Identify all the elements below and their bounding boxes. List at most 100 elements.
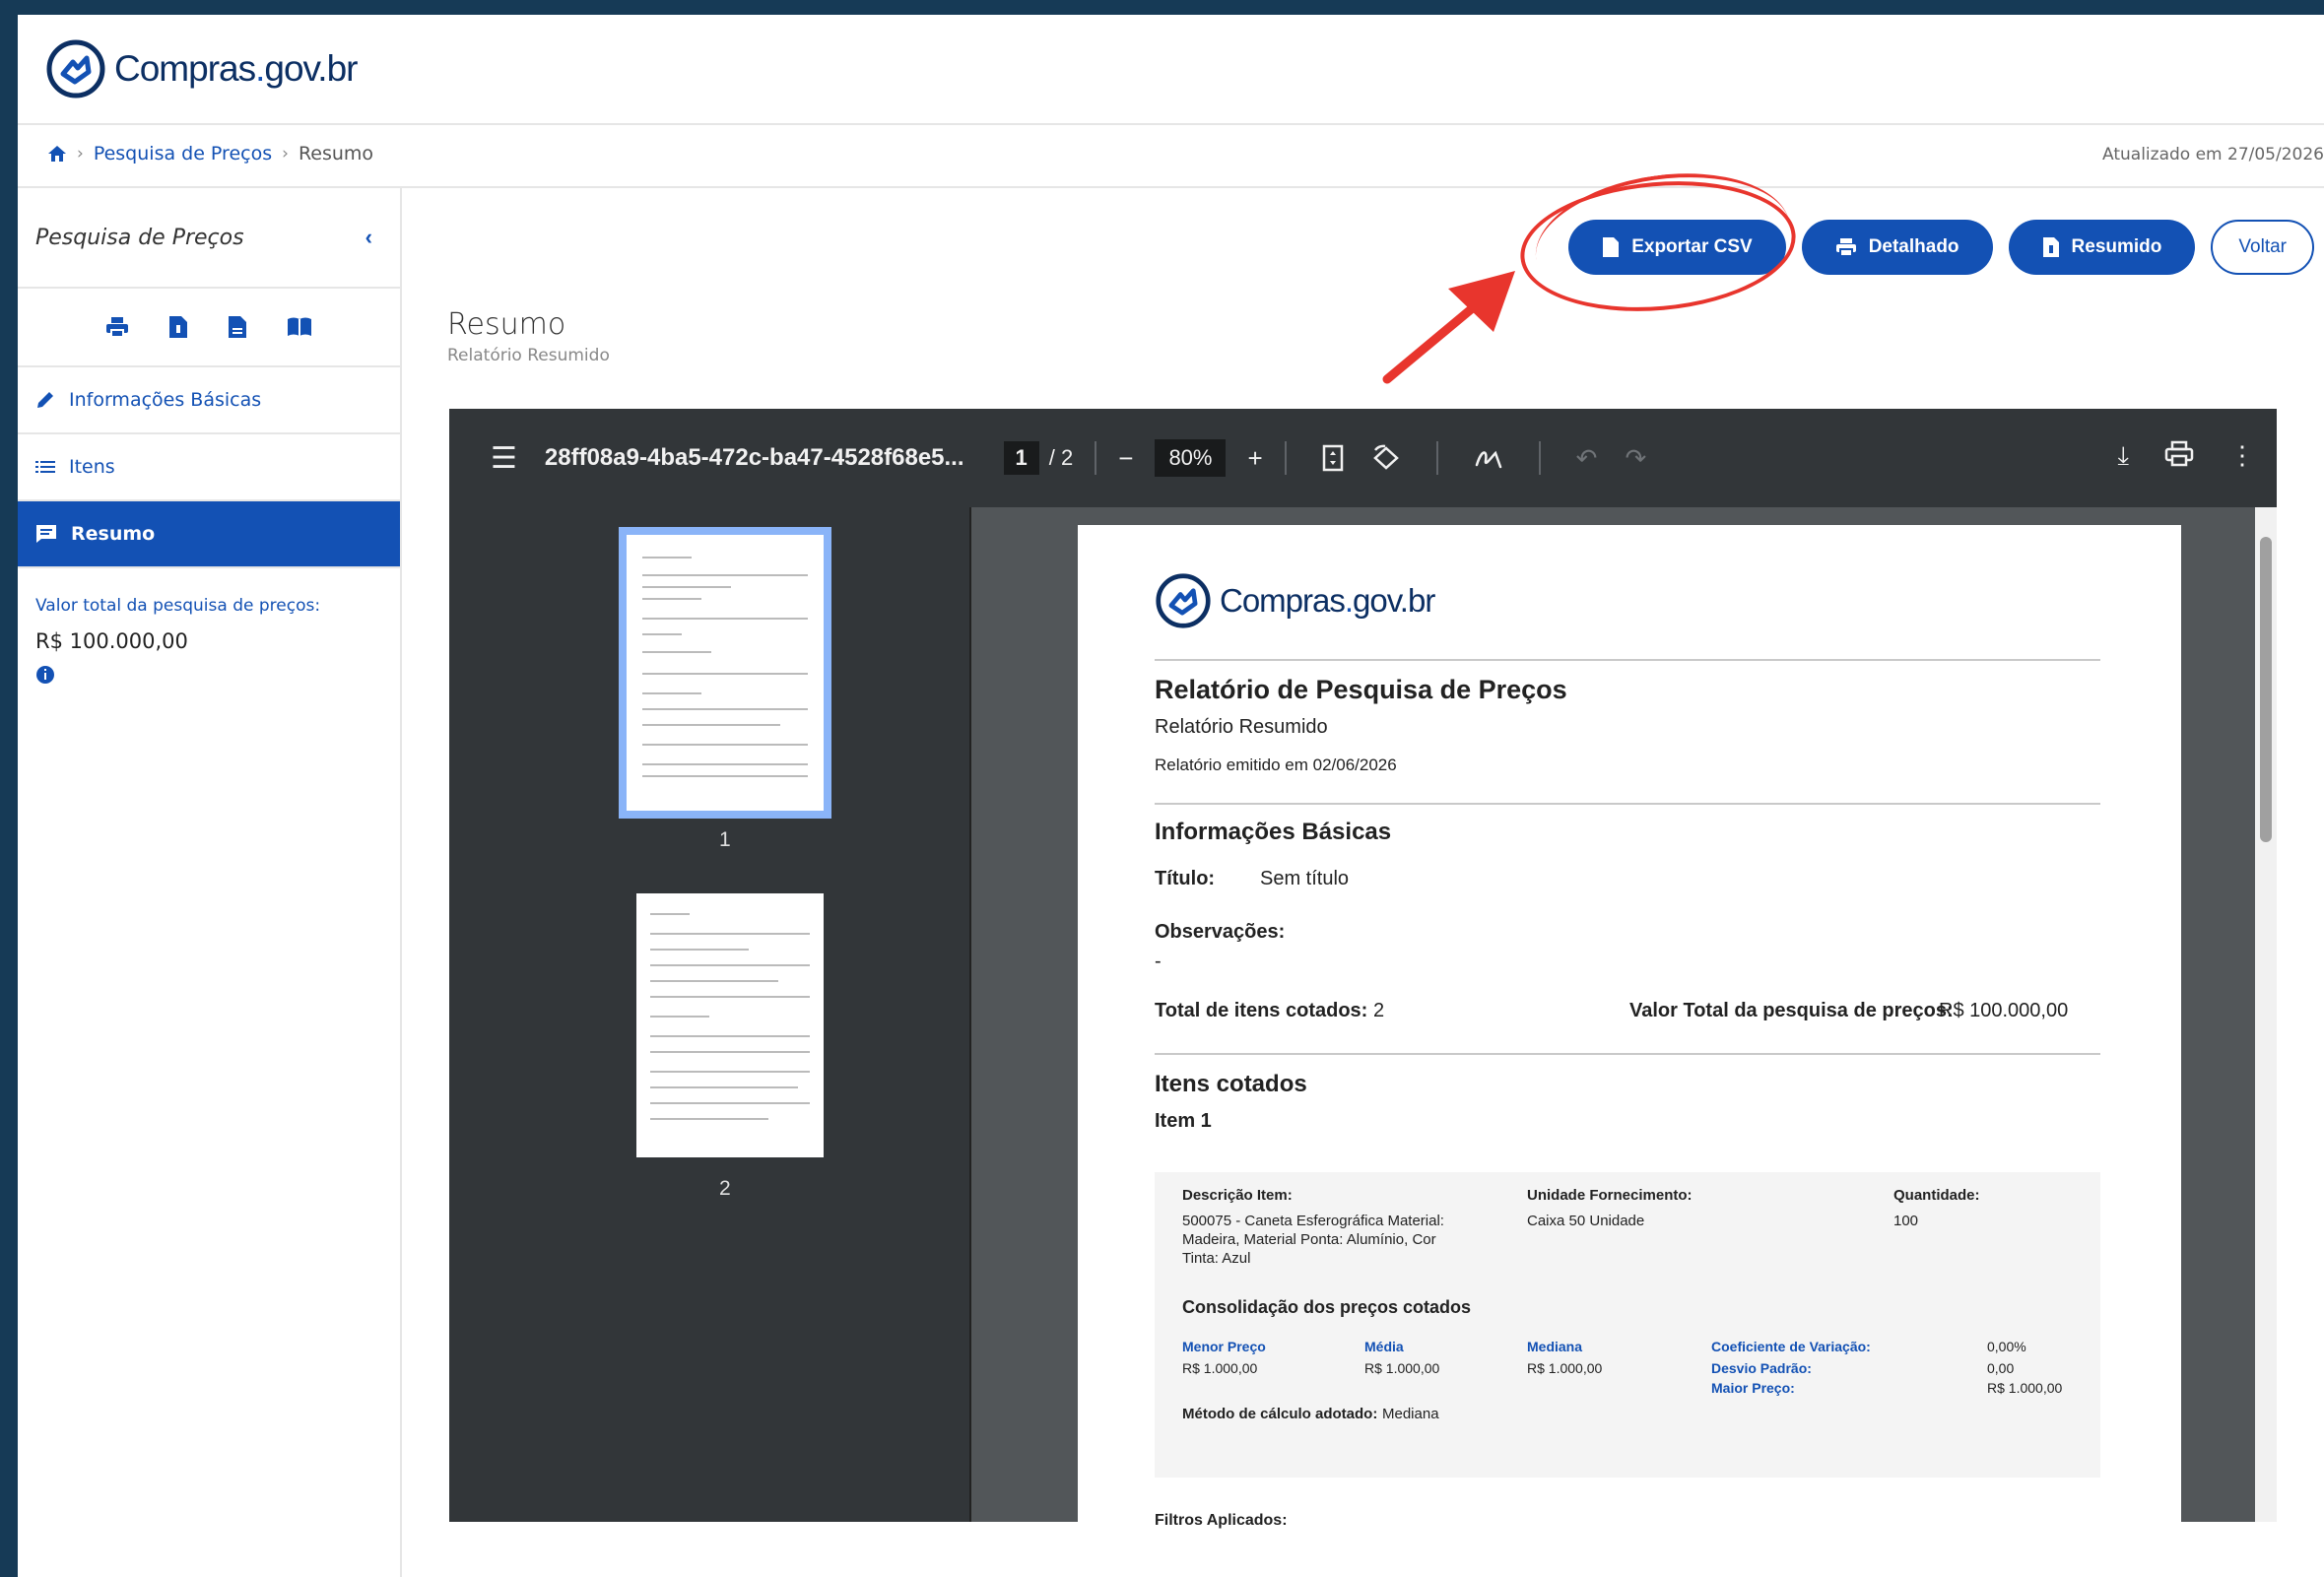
page-thumbnail-1[interactable] <box>619 527 831 819</box>
report-logo: Compras.gov.br <box>1155 572 1435 629</box>
current-page-input[interactable]: 1 <box>1003 441 1039 475</box>
filters-label: Filtros Aplicados: <box>1155 1512 1288 1529</box>
resumido-button[interactable]: Resumido <box>2008 220 2196 275</box>
book-icon[interactable] <box>287 316 312 338</box>
maior-label: Maior Preço: <box>1711 1380 1795 1396</box>
report-emitted: Relatório emitido em 02/06/2026 <box>1155 756 1397 774</box>
page-subtitle: Relatório Resumido <box>447 346 610 365</box>
divider <box>1155 1053 2100 1055</box>
sidebar-item-resumo[interactable]: Resumo <box>18 501 400 568</box>
more-options-icon[interactable]: ⋮ <box>2229 440 2255 472</box>
title-value: Sem título <box>1260 868 1350 889</box>
total-items-value: 2 <box>1373 1000 1385 1021</box>
sidebar-item-informacoes-basicas[interactable]: Informações Básicas <box>18 367 400 434</box>
page-header: Resumo Relatório Resumido <box>447 307 610 365</box>
sidebar-header: Pesquisa de Preços ‹ <box>18 188 400 289</box>
report-subtitle: Relatório Resumido <box>1155 716 1328 738</box>
hamburger-menu-icon[interactable]: ☰ <box>491 441 517 476</box>
rotate-icon[interactable] <box>1371 444 1401 472</box>
desc-value-line-1: 500075 - Caneta Esferográfica Material: <box>1182 1213 1444 1229</box>
report-title: Relatório de Pesquisa de Preços <box>1155 675 1567 704</box>
print-icon[interactable] <box>2164 440 2194 468</box>
undo-icon[interactable]: ↶ <box>1576 443 1598 474</box>
updated-date: Atualizado em 27/05/2026 <box>2102 145 2324 164</box>
detalhado-button[interactable]: Detalhado <box>1801 220 1993 275</box>
voltar-button[interactable]: Voltar <box>2211 220 2314 275</box>
list-icon <box>35 461 55 473</box>
compras-logo-text: Compras.gov.br <box>114 48 358 89</box>
annotate-pen-icon[interactable] <box>1474 445 1503 471</box>
redo-icon[interactable]: ↷ <box>1625 443 1646 474</box>
total-items-label: Total de itens cotados: <box>1155 1000 1368 1021</box>
breadcrumb-pesquisa-de-precos[interactable]: Pesquisa de Preços <box>94 143 272 164</box>
sidebar-toolbar <box>18 289 400 367</box>
unit-value: Caixa 50 Unidade <box>1527 1213 1645 1229</box>
comment-icon <box>36 525 56 543</box>
toolbar-divider <box>1284 441 1287 475</box>
consolidation-heading: Consolidação dos preços cotados <box>1182 1297 1472 1317</box>
pdf-filename: 28ff08a9-4ba5-472c-ba47-4528f68e5... <box>544 444 964 471</box>
scrollbar-thumb[interactable] <box>2260 537 2272 842</box>
page-title: Resumo <box>447 307 566 342</box>
thumbnail-panel: 1 2 <box>449 507 971 1522</box>
total-label: Valor total da pesquisa de preços: <box>35 596 321 616</box>
divider <box>1155 803 2100 805</box>
menor-value: R$ 1.000,00 <box>1182 1360 1258 1376</box>
sidebar-item-label: Resumo <box>71 523 156 545</box>
pdf-file-icon[interactable] <box>168 315 188 339</box>
basic-info-heading: Informações Básicas <box>1155 819 1392 845</box>
dp-label: Desvio Padrão: <box>1711 1360 1812 1376</box>
method-label: Método de cálculo adotado: <box>1182 1406 1378 1422</box>
pdf-scrollbar[interactable] <box>2255 507 2277 1522</box>
zoom-out-icon[interactable]: − <box>1118 443 1133 474</box>
fit-page-icon[interactable] <box>1322 444 1344 472</box>
total-value: R$ 100.000,00 <box>35 629 188 653</box>
sidebar-item-itens[interactable]: Itens <box>18 434 400 501</box>
pdf-toolbar: ☰ 28ff08a9-4ba5-472c-ba47-4528f68e5... 1… <box>449 409 2277 507</box>
sidebar-item-label: Itens <box>69 456 115 478</box>
report-logo-text: Compras.gov.br <box>1220 582 1435 619</box>
desc-value-line-3: Tinta: Azul <box>1182 1250 1251 1267</box>
pdf-file-icon <box>2042 237 2059 257</box>
item-label: Item 1 <box>1155 1110 1212 1132</box>
toolbar-divider <box>1538 441 1541 475</box>
total-value-label: Valor Total da pesquisa de preços: <box>1629 1000 1954 1021</box>
breadcrumb-bar: › Pesquisa de Preços › Resumo Atualizado… <box>18 125 2324 188</box>
sidebar-item-label: Informações Básicas <box>69 389 262 411</box>
breadcrumb-resumo: Resumo <box>298 143 374 164</box>
zoom-level[interactable]: 80% <box>1155 439 1227 477</box>
page-thumbnail-2[interactable] <box>636 893 824 1157</box>
compras-logo[interactable]: Compras.gov.br <box>45 34 358 103</box>
menor-label: Menor Preço <box>1182 1339 1266 1354</box>
print-icon[interactable] <box>105 316 129 338</box>
total-value-value: R$ 100.000,00 <box>1939 1000 2069 1021</box>
app-window: Compras.gov.br › Pesquisa de Preços › Re… <box>18 15 2324 1577</box>
document-icon[interactable] <box>228 315 247 339</box>
breadcrumb-separator: › <box>77 144 84 164</box>
desc-label: Descrição Item: <box>1182 1187 1293 1204</box>
unit-label: Unidade Fornecimento: <box>1527 1187 1693 1204</box>
observations-value: - <box>1155 951 1162 972</box>
collapse-chevron-icon[interactable]: ‹ <box>365 225 372 250</box>
cv-label: Coeficiente de Variação: <box>1711 1339 1871 1354</box>
toolbar-divider <box>1435 441 1438 475</box>
toolbar-right: ⤓ ⋮ <box>2118 440 2256 472</box>
items-heading: Itens cotados <box>1155 1071 1307 1097</box>
compras-logo-icon <box>46 39 105 99</box>
sidebar-title: Pesquisa de Preços <box>35 225 244 250</box>
toolbar-divider <box>1095 441 1097 475</box>
download-icon[interactable]: ⤓ <box>2118 440 2130 472</box>
sidebar: Pesquisa de Preços ‹ Informações Básicas… <box>18 188 402 1577</box>
info-icon[interactable] <box>35 665 382 690</box>
media-value: R$ 1.000,00 <box>1364 1360 1440 1376</box>
compras-logo-icon <box>1156 573 1211 628</box>
sidebar-total: Valor total da pesquisa de preços: R$ 10… <box>18 568 400 717</box>
home-icon[interactable] <box>47 145 67 163</box>
qty-value: 100 <box>1893 1213 1919 1229</box>
total-pages: / 2 <box>1048 445 1074 470</box>
zoom-in-icon[interactable]: + <box>1247 443 1262 474</box>
media-label: Média <box>1364 1339 1404 1354</box>
pencil-icon <box>37 392 53 408</box>
top-header: Compras.gov.br <box>18 15 2324 125</box>
page-indicator: 1 / 2 <box>1003 441 1074 475</box>
